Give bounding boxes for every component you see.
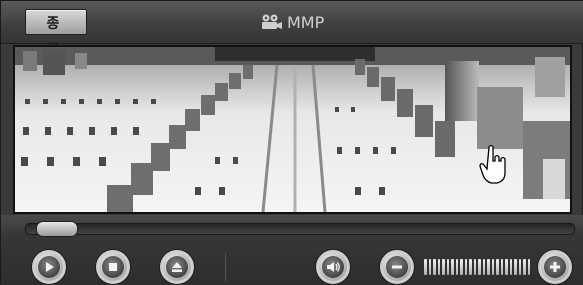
- volume-tick: [424, 259, 427, 275]
- video-viewport[interactable]: [13, 45, 572, 214]
- control-panel: [1, 215, 583, 285]
- volume-tick: [491, 259, 494, 275]
- stop-button[interactable]: [95, 249, 131, 285]
- volume-tick: [460, 259, 463, 275]
- volume-tick: [496, 259, 499, 275]
- seek-thumb[interactable]: [36, 221, 79, 237]
- volume-tick: [473, 259, 476, 275]
- control-divider: [225, 253, 226, 281]
- volume-tick: [428, 259, 431, 275]
- volume-tick: [446, 259, 449, 275]
- stop-icon: [109, 263, 117, 271]
- volume-tick: [509, 259, 512, 275]
- volume-tick: [478, 259, 481, 275]
- volume-tick: [500, 259, 503, 275]
- title-bar: 종 료 MMP: [1, 1, 583, 58]
- volume-tick: [469, 259, 472, 275]
- play-icon: [46, 262, 54, 272]
- exit-button[interactable]: 종 료: [25, 9, 87, 58]
- mute-button[interactable]: [315, 249, 351, 285]
- volume-tick: [464, 259, 467, 275]
- plus-icon: [550, 262, 560, 272]
- app-title: MMP: [261, 12, 324, 32]
- volume-level[interactable]: [424, 258, 530, 276]
- video-frame: [15, 47, 570, 212]
- volume-tick: [514, 259, 517, 275]
- eject-button[interactable]: [159, 249, 195, 285]
- volume-tick: [437, 259, 440, 275]
- speaker-icon: [327, 262, 340, 272]
- volume-down-button[interactable]: [379, 249, 415, 285]
- volume-tick: [442, 259, 445, 275]
- volume-tick: [482, 259, 485, 275]
- volume-tick: [518, 259, 521, 275]
- seek-bar[interactable]: [25, 223, 575, 235]
- volume-tick: [433, 259, 436, 275]
- eject-icon: [172, 262, 182, 272]
- volume-tick: [451, 259, 454, 275]
- volume-tick: [527, 259, 530, 275]
- volume-tick: [487, 259, 490, 275]
- app-title-text: MMP: [287, 12, 325, 32]
- movie-camera-icon: [262, 14, 282, 29]
- play-button[interactable]: [31, 249, 67, 285]
- volume-up-button[interactable]: [537, 249, 573, 285]
- volume-tick: [505, 259, 508, 275]
- minus-icon: [392, 265, 402, 269]
- volume-tick: [523, 259, 526, 275]
- player-window: 종 료 MMP: [0, 0, 583, 285]
- volume-tick: [455, 259, 458, 275]
